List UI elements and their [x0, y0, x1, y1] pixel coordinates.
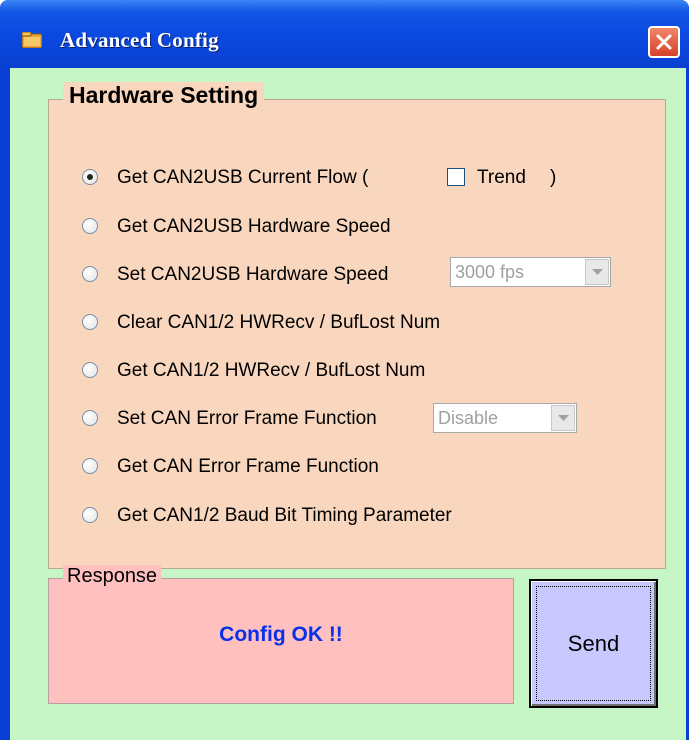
option-label: Get CAN Error Frame Function: [117, 456, 379, 477]
option-label: Set CAN2USB Hardware Speed: [117, 264, 389, 285]
hardware-setting-group: Hardware Setting Get CAN2USB Current Flo…: [48, 82, 666, 569]
response-message: Config OK !!: [219, 623, 343, 646]
option-label: Clear CAN1/2 HWRecv / BufLost Num: [117, 312, 441, 333]
radio-set-error-frame[interactable]: [82, 410, 98, 426]
hardware-setting-title: Hardware Setting: [63, 82, 265, 109]
window-title: Advanced Config: [60, 28, 219, 52]
advanced-config-window: Advanced Config Hardware Setting Get CAN…: [0, 0, 689, 740]
close-icon: [656, 34, 672, 50]
radio-get-error-frame[interactable]: [82, 458, 98, 474]
radio-get-hardware-speed[interactable]: [82, 218, 98, 234]
dialog-client-area: Hardware Setting Get CAN2USB Current Flo…: [10, 68, 686, 740]
close-button[interactable]: [648, 26, 680, 58]
error-frame-select-dropdown-button[interactable]: [551, 405, 575, 431]
speed-select-dropdown-button[interactable]: [585, 259, 609, 285]
option-label: Set CAN Error Frame Function: [117, 408, 377, 429]
trend-checkbox[interactable]: [447, 168, 465, 186]
option-label: Get CAN2USB Current Flow (: [117, 167, 369, 188]
title-bar[interactable]: Advanced Config: [0, 0, 689, 68]
trend-label: Trend: [477, 167, 526, 188]
speed-select[interactable]: 3000 fps: [450, 257, 611, 287]
send-button-label: Send: [567, 631, 620, 656]
response-group: Response Config OK !!: [48, 565, 514, 704]
option-label: Get CAN1/2 HWRecv / BufLost Num: [117, 360, 426, 381]
error-frame-select-value: Disable: [438, 408, 499, 428]
radio-get-current-flow[interactable]: [82, 169, 98, 185]
radio-get-hwrecv[interactable]: [82, 362, 98, 378]
radio-set-hardware-speed[interactable]: [82, 266, 98, 282]
option-label: Get CAN2USB Hardware Speed: [117, 216, 391, 237]
send-button[interactable]: Send: [529, 579, 658, 708]
radio-clear-hwrecv[interactable]: [82, 314, 98, 330]
speed-select-value: 3000 fps: [455, 262, 525, 282]
radio-get-baud-timing[interactable]: [82, 507, 98, 523]
chevron-down-icon: [558, 415, 569, 421]
error-frame-select[interactable]: Disable: [433, 403, 577, 433]
trend-close-paren: ): [550, 167, 557, 188]
folder-icon: [22, 32, 42, 48]
response-title: Response: [63, 565, 162, 588]
chevron-down-icon: [592, 269, 603, 275]
option-label: Get CAN1/2 Baud Bit Timing Parameter: [117, 505, 452, 526]
